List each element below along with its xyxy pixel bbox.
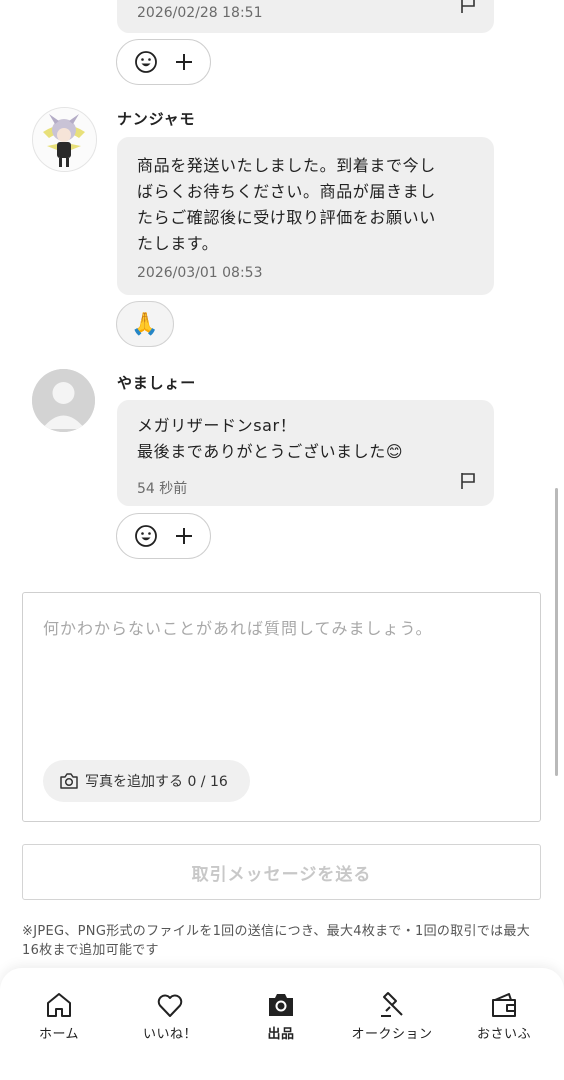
- nav-wallet[interactable]: おさいふ: [448, 990, 560, 1042]
- message-time: 2026/02/28 18:51: [137, 5, 263, 21]
- nav-auction[interactable]: オークション: [336, 990, 448, 1042]
- add-reaction-button[interactable]: [116, 513, 211, 559]
- nav-wallet-label: おさいふ: [476, 1027, 531, 1042]
- heart-icon: [157, 994, 183, 1017]
- reaction-chip[interactable]: 🙏: [116, 301, 174, 347]
- nav-home-label: ホーム: [38, 1027, 80, 1042]
- message-input-placeholder: 何かわからないことがあれば質問してみましょう。: [43, 619, 433, 638]
- message-input[interactable]: 何かわからないことがあれば質問してみましょう。 写真を追加する 0 / 16: [22, 592, 541, 822]
- smiley-icon: [134, 525, 157, 547]
- nav-auction-label: オークション: [351, 1027, 433, 1042]
- plus-icon: [175, 528, 192, 544]
- home-icon: [47, 993, 71, 1017]
- report-flag-icon[interactable]: [459, 0, 477, 14]
- message-time: 54 秒前: [137, 481, 188, 497]
- send-message-button[interactable]: 取引メッセージを送る: [22, 844, 541, 900]
- camera-outline-icon: [60, 773, 78, 789]
- upload-notice: ※JPEG、PNG形式のファイルを1回の送信につき、最大4枚まで・1回の取引では…: [22, 924, 530, 958]
- message-text: メガリザードンsar！ 最後までありがとうございました😊: [137, 416, 404, 461]
- add-reaction-button[interactable]: [116, 39, 211, 85]
- folded-hands-icon: 🙏: [131, 311, 159, 337]
- smiley-icon: [134, 51, 157, 73]
- message-bubble: 2026/02/28 18:51: [117, 0, 494, 33]
- character-avatar-image: [33, 108, 96, 171]
- avatar[interactable]: [32, 369, 95, 432]
- add-photo-button[interactable]: 写真を追加する 0 / 16: [43, 760, 250, 802]
- nav-likes-label: いいね！: [142, 1027, 197, 1042]
- camera-icon: [269, 994, 293, 1016]
- message-bubble: 商品を発送いたしました。到着まで今し ばらくお待ちください。商品が届きまし たら…: [117, 137, 494, 295]
- username[interactable]: ナンジャモ: [117, 108, 195, 129]
- username[interactable]: やましょー: [117, 372, 196, 393]
- add-photo-label: 写真を追加する 0 / 16: [85, 774, 228, 790]
- nav-sell[interactable]: 出品: [225, 990, 337, 1042]
- nav-home[interactable]: ホーム: [3, 990, 115, 1042]
- plus-icon: [175, 54, 192, 70]
- nav-likes[interactable]: いいね！: [114, 990, 226, 1042]
- message-time: 2026/03/01 08:53: [137, 265, 263, 281]
- default-avatar-icon: [32, 369, 95, 432]
- nav-sell-label: 出品: [267, 1027, 295, 1042]
- avatar[interactable]: [32, 107, 97, 172]
- gavel-icon: [381, 992, 403, 1017]
- message-bubble: メガリザードンsar！ 最後までありがとうございました😊 54 秒前: [117, 400, 494, 506]
- scrollbar[interactable]: [555, 488, 558, 776]
- transaction-chat-screen: 2026/02/28 18:51 ナンジャモ 商品を発送いたしました。到着まで今…: [0, 0, 564, 1080]
- wallet-icon: [492, 993, 516, 1017]
- message-text: 商品を発送いたしました。到着まで今し ばらくお待ちください。商品が届きまし たら…: [137, 156, 436, 253]
- bottom-navigation: ホーム いいね！ 出品 オークション おさいふ: [0, 968, 564, 1080]
- report-flag-icon[interactable]: [459, 472, 477, 490]
